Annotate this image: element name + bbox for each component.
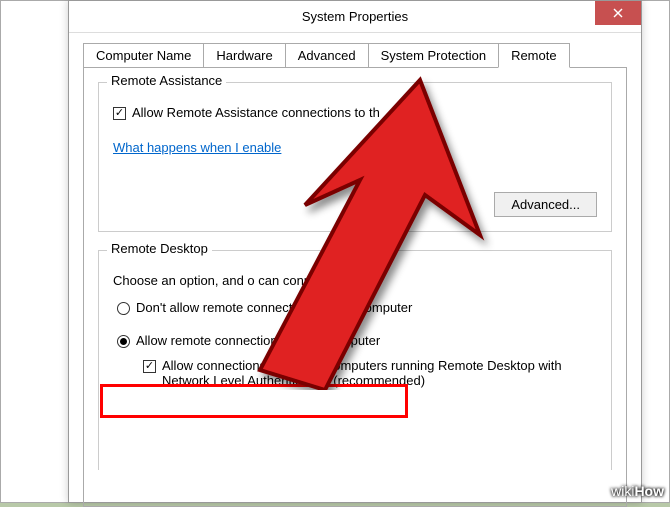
nla-row[interactable]: Allow connections only from computers ru… (143, 358, 597, 388)
remote-assistance-help-link[interactable]: What happens when I enable (113, 140, 281, 155)
remote-assistance-group: Remote Assistance Allow Remote Assistanc… (98, 82, 612, 232)
remote-desktop-group: Remote Desktop Choose an option, and o c… (98, 250, 612, 470)
tab-remote-panel: Remote Assistance Allow Remote Assistanc… (83, 67, 627, 507)
watermark-how: How (634, 483, 664, 499)
watermark-wiki: wiki (611, 483, 634, 499)
allow-remote-assistance-checkbox[interactable] (113, 107, 126, 120)
nla-checkbox[interactable] (143, 360, 156, 373)
allow-remote-assistance-row[interactable]: Allow Remote Assistance connections to t… (113, 105, 597, 120)
dialog-title: System Properties (302, 9, 408, 24)
allow-remote-assistance-label: Allow Remote Assistance connections to t… (132, 105, 380, 120)
system-properties-dialog: System Properties Computer Name Hardware… (68, 0, 642, 503)
close-button[interactable] (595, 1, 641, 25)
radio-allow-row[interactable]: Allow remote connections to this compute… (117, 333, 597, 348)
remote-assistance-legend: Remote Assistance (107, 73, 226, 88)
titlebar: System Properties (69, 1, 641, 33)
radio-allow-label: Allow remote connections to this compute… (136, 333, 380, 348)
remote-desktop-instruction: Choose an option, and o can connect. (113, 273, 597, 288)
radio-deny-row[interactable]: Don't allow remote connections to this c… (117, 300, 597, 315)
radio-deny-label: Don't allow remote connections to this c… (136, 300, 412, 315)
remote-desktop-legend: Remote Desktop (107, 241, 212, 256)
tab-computer-name[interactable]: Computer Name (83, 43, 204, 68)
radio-deny[interactable] (117, 302, 130, 315)
tab-strip: Computer Name Hardware Advanced System P… (69, 33, 641, 68)
tab-advanced[interactable]: Advanced (285, 43, 369, 68)
close-icon (613, 8, 623, 18)
watermark: wikiHow (611, 483, 664, 499)
radio-allow[interactable] (117, 335, 130, 348)
advanced-button[interactable]: Advanced... (494, 192, 597, 217)
tab-hardware[interactable]: Hardware (203, 43, 285, 68)
nla-label: Allow connections only from computers ru… (162, 358, 582, 388)
tab-remote[interactable]: Remote (498, 43, 570, 68)
tab-system-protection[interactable]: System Protection (368, 43, 500, 68)
